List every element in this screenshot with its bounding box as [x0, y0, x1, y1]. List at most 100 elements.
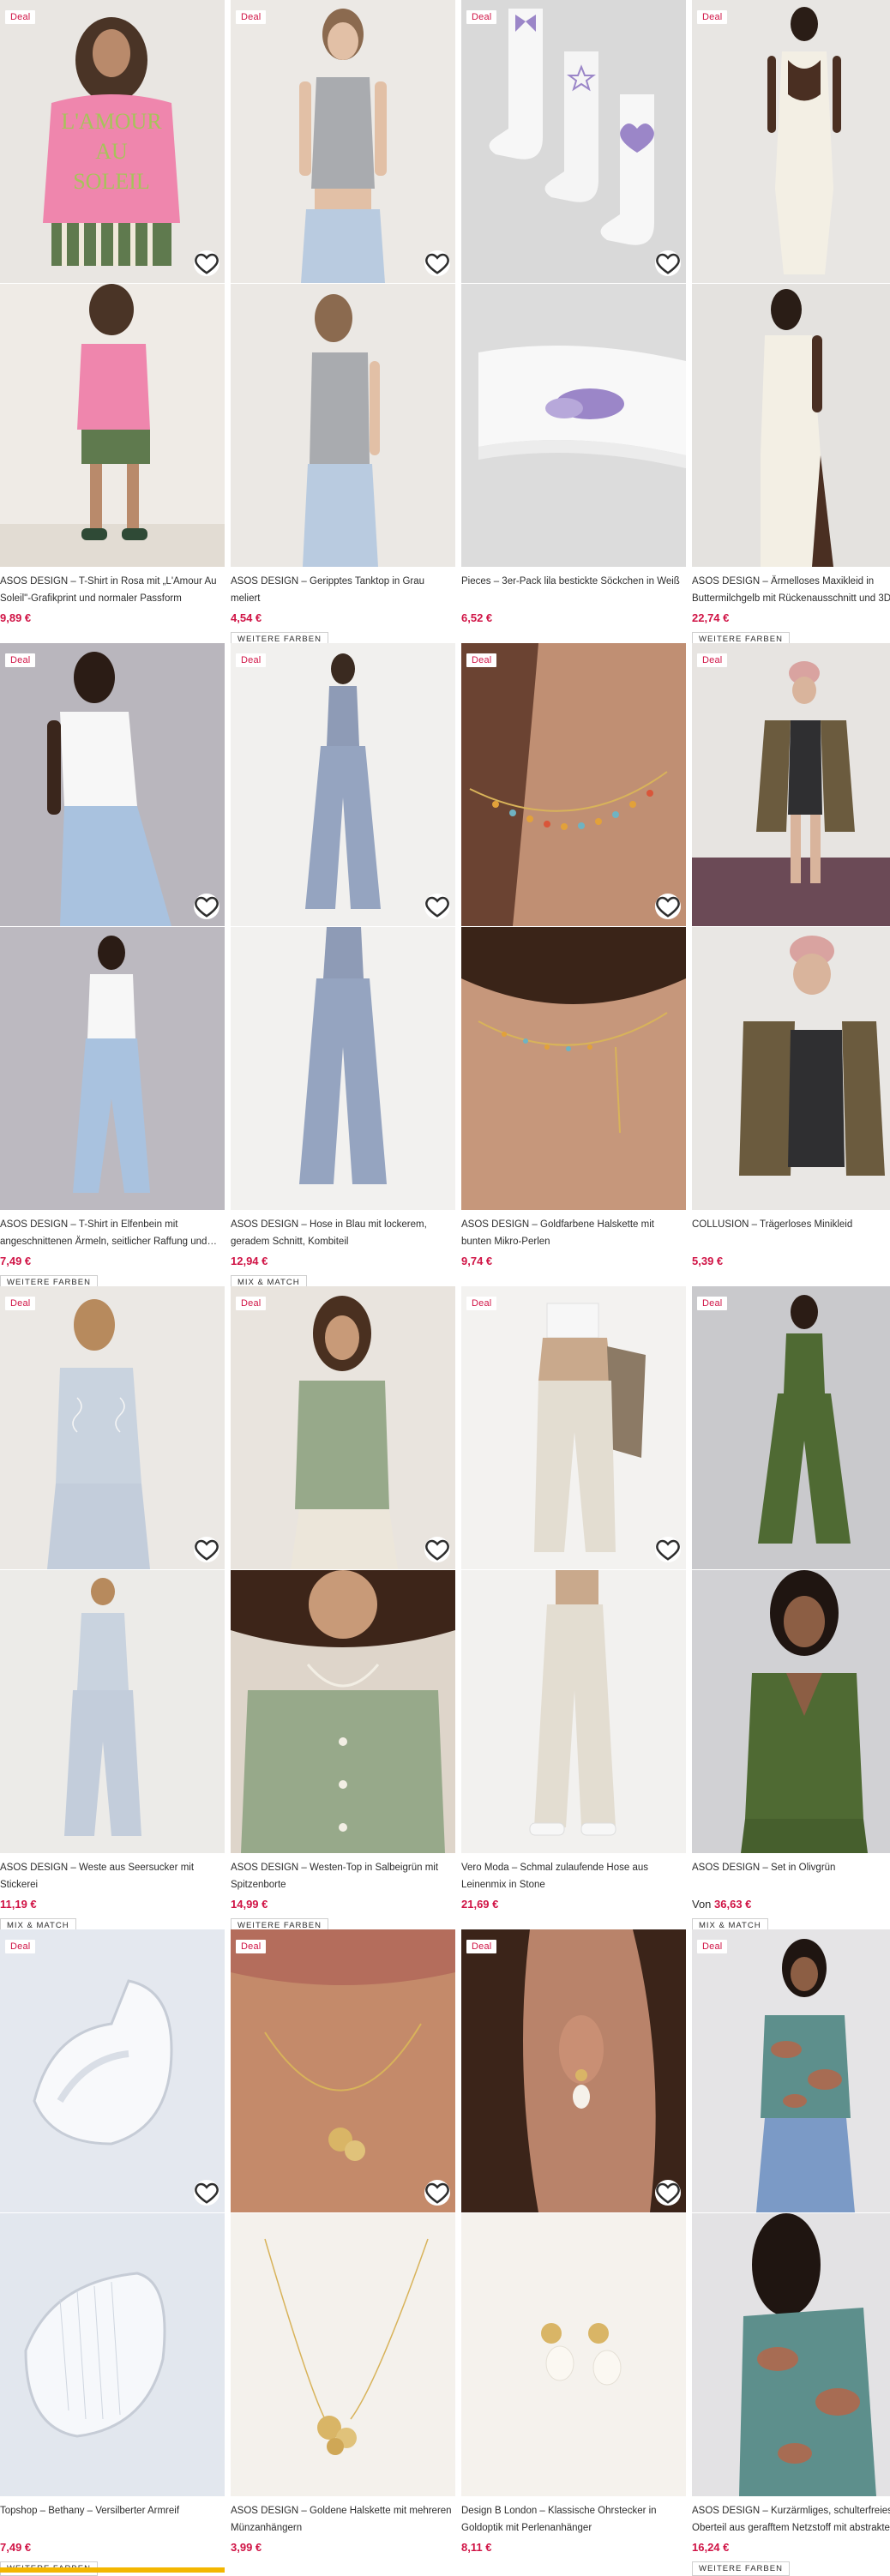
product-info: Topshop – Bethany – Versilberter Armreif… — [0, 2502, 225, 2576]
product-title[interactable]: ASOS DESIGN – T-Shirt in Rosa mit „L'Amo… — [0, 573, 225, 607]
product-card[interactable]: Deal ASOS DESIGN – Geripptes Tanktop in … — [231, 0, 455, 647]
product-card[interactable]: Deal ASOS DESIGN – Set in Olivgrün Von 3… — [692, 1286, 890, 1933]
price-value: 9,74 € — [461, 1255, 493, 1267]
deal-badge: Deal — [697, 653, 728, 667]
product-info: ASOS DESIGN – Ärmelloses Maxikleid in Bu… — [692, 573, 890, 647]
heart-icon[interactable] — [194, 894, 219, 919]
product-image-primary[interactable]: Deal — [231, 643, 455, 926]
product-title[interactable]: ASOS DESIGN – Ärmelloses Maxikleid in Bu… — [692, 573, 890, 607]
product-card[interactable]: Deal ASOS DESIGN – Goldene Halskette mit… — [231, 1929, 455, 2573]
product-image-secondary[interactable] — [0, 927, 225, 1210]
heart-icon[interactable] — [424, 2180, 450, 2206]
heart-icon[interactable] — [194, 250, 219, 276]
product-image-secondary[interactable] — [692, 1570, 890, 1853]
product-info: ASOS DESIGN – Geripptes Tanktop in Grau … — [231, 573, 455, 647]
product-image-secondary[interactable] — [231, 927, 455, 1210]
product-image-secondary[interactable] — [0, 2213, 225, 2496]
product-image-primary[interactable]: Deal — [0, 1286, 225, 1569]
product-price: 4,54 € — [231, 611, 455, 625]
product-title[interactable]: ASOS DESIGN – Goldfarbene Halskette mit … — [461, 1216, 686, 1250]
product-card[interactable]: Deal COLLUSION – Trägerloses Minikleid 5… — [692, 643, 890, 1286]
product-image-secondary[interactable] — [461, 927, 686, 1210]
product-card[interactable]: Deal ASOS DESIGN – T-Shirt in Elfenbein … — [0, 643, 225, 1290]
heart-icon[interactable] — [655, 1537, 681, 1562]
heart-icon[interactable] — [655, 894, 681, 919]
product-info: Pieces – 3er-Pack lila bestickte Söckche… — [461, 573, 686, 625]
product-image-primary[interactable]: Deal — [692, 643, 890, 926]
product-image-secondary[interactable] — [231, 2213, 455, 2496]
product-info: ASOS DESIGN – Goldfarbene Halskette mit … — [461, 1216, 686, 1268]
heart-icon[interactable] — [655, 2180, 681, 2206]
product-title[interactable]: Vero Moda – Schmal zulaufende Hose aus L… — [461, 1859, 686, 1893]
product-image-primary[interactable]: Deal — [231, 1286, 455, 1569]
product-card[interactable]: Deal ASOS DESIGN – Ärmelloses Maxikleid … — [692, 0, 890, 647]
product-title[interactable]: ASOS DESIGN – Geripptes Tanktop in Grau … — [231, 573, 455, 607]
product-image-primary[interactable]: Deal — [692, 0, 890, 283]
product-card[interactable]: Deal ASOS DESIGN – Kurzärmliges, schulte… — [692, 1929, 890, 2576]
heart-icon[interactable] — [424, 1537, 450, 1562]
product-price: 7,49 € — [0, 2541, 225, 2555]
product-card[interactable]: Deal Vero Moda – Schmal zulaufende Hose … — [461, 1286, 686, 1929]
svg-text:SOLEIL: SOLEIL — [73, 169, 150, 194]
price-value: 9,89 € — [0, 611, 32, 624]
product-card[interactable]: Deal Topshop – Bethany – Versilberter Ar… — [0, 1929, 225, 2576]
heart-icon[interactable] — [655, 250, 681, 276]
product-image-secondary[interactable] — [461, 1570, 686, 1853]
product-image-primary[interactable]: Deal — [0, 643, 225, 926]
product-image-primary[interactable]: Deal — [0, 1929, 225, 2212]
product-image-secondary[interactable] — [692, 927, 890, 1210]
product-card[interactable]: Deal Design B London – Klassische Ohrste… — [461, 1929, 686, 2573]
product-card[interactable]: Deal Pieces – 3er-Pack lila bestickte Sö… — [461, 0, 686, 643]
product-image-primary[interactable]: Deal — [692, 1286, 890, 1569]
product-image-secondary[interactable] — [0, 1570, 225, 1853]
product-image-primary[interactable]: L'AMOUR AU SOLEIL Deal — [0, 0, 225, 283]
product-title[interactable]: ASOS DESIGN – Goldene Halskette mit mehr… — [231, 2502, 455, 2537]
heart-icon[interactable] — [194, 2180, 219, 2206]
product-title[interactable]: ASOS DESIGN – Hose in Blau mit lockerem,… — [231, 1216, 455, 1250]
product-card[interactable]: L'AMOUR AU SOLEIL Deal ASOS DESIGN – T-S… — [0, 0, 225, 643]
product-image-secondary[interactable] — [231, 1570, 455, 1853]
product-image-primary[interactable]: Deal — [461, 0, 686, 283]
product-image-primary[interactable]: Deal — [692, 1929, 890, 2212]
product-image-primary[interactable]: Deal — [461, 1929, 686, 2212]
product-title[interactable]: COLLUSION – Trägerloses Minikleid — [692, 1216, 890, 1250]
more-colors-button[interactable]: WEITERE FARBEN — [692, 2561, 790, 2576]
product-info: Vero Moda – Schmal zulaufende Hose aus L… — [461, 1859, 686, 1911]
product-image-secondary[interactable] — [461, 2213, 686, 2496]
heart-icon[interactable] — [424, 894, 450, 919]
product-image-secondary[interactable] — [692, 284, 890, 567]
product-title[interactable]: ASOS DESIGN – T-Shirt in Elfenbein mit a… — [0, 1216, 225, 1250]
product-title[interactable]: Topshop – Bethany – Versilberter Armreif — [0, 2502, 225, 2537]
product-image-primary[interactable]: Deal — [461, 1286, 686, 1569]
product-card[interactable]: Deal ASOS DESIGN – Hose in Blau mit lock… — [231, 643, 455, 1290]
product-title[interactable]: ASOS DESIGN – Weste aus Seersucker mit S… — [0, 1859, 225, 1893]
product-title[interactable]: Design B London – Klassische Ohrstecker … — [461, 2502, 686, 2537]
price-value: 7,49 € — [0, 1255, 32, 1267]
deal-badge: Deal — [236, 1940, 267, 1953]
product-image-primary[interactable]: Deal — [231, 1929, 455, 2212]
product-price: 6,52 € — [461, 611, 686, 625]
product-title[interactable]: Pieces – 3er-Pack lila bestickte Söckche… — [461, 573, 686, 607]
product-image-primary[interactable]: Deal — [461, 643, 686, 926]
product-card[interactable]: Deal ASOS DESIGN – Westen-Top in Salbeig… — [231, 1286, 455, 1933]
heart-icon[interactable] — [424, 250, 450, 276]
product-title[interactable]: ASOS DESIGN – Westen-Top in Salbeigrün m… — [231, 1859, 455, 1893]
product-image-secondary[interactable] — [231, 284, 455, 567]
product-title[interactable]: ASOS DESIGN – Set in Olivgrün — [692, 1859, 890, 1893]
product-title[interactable]: ASOS DESIGN – Kurzärmliges, schulterfrei… — [692, 2502, 890, 2537]
price-prefix: Von — [692, 1898, 715, 1911]
product-grid: L'AMOUR AU SOLEIL Deal ASOS DESIGN – T-S… — [0, 0, 890, 2576]
product-info: ASOS DESIGN – Hose in Blau mit lockerem,… — [231, 1216, 455, 1290]
product-info: ASOS DESIGN – Kurzärmliges, schulterfrei… — [692, 2502, 890, 2576]
heart-icon[interactable] — [194, 1537, 219, 1562]
product-card[interactable]: Deal ASOS DESIGN – Goldfarbene Halskette… — [461, 643, 686, 1286]
product-image-secondary[interactable] — [461, 284, 686, 567]
product-image-secondary[interactable] — [692, 2213, 890, 2496]
product-card[interactable]: Deal ASOS DESIGN – Weste aus Seersucker … — [0, 1286, 225, 1933]
product-image-secondary[interactable] — [0, 284, 225, 567]
product-price: 9,89 € — [0, 611, 225, 625]
product-info: ASOS DESIGN – T-Shirt in Elfenbein mit a… — [0, 1216, 225, 1290]
price-value: 36,63 € — [714, 1898, 752, 1911]
product-image-primary[interactable]: Deal — [231, 0, 455, 283]
product-info: ASOS DESIGN – Goldene Halskette mit mehr… — [231, 2502, 455, 2555]
